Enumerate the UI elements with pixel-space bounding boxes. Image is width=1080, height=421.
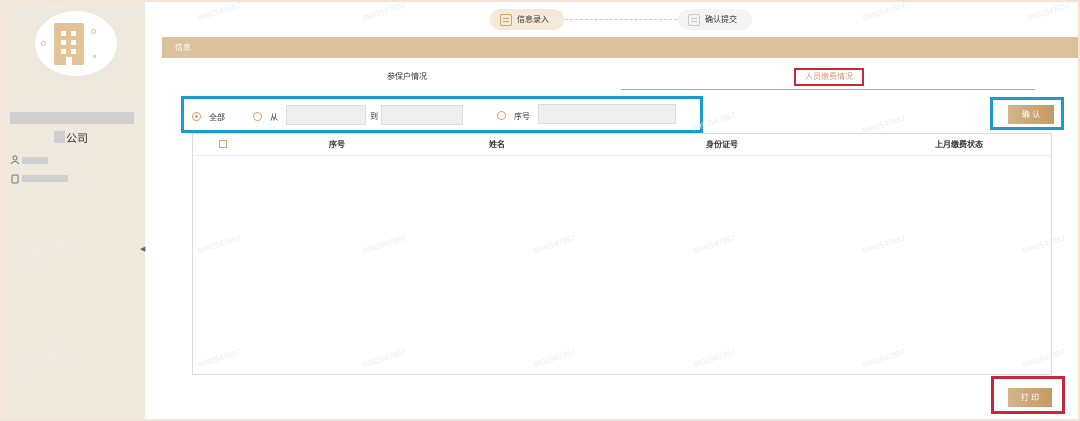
edit-document-icon — [500, 13, 512, 26]
serial-input[interactable] — [538, 104, 676, 124]
radio-all[interactable] — [192, 112, 201, 121]
decoration-dot-icon — [41, 41, 46, 46]
company-name-redacted — [10, 112, 134, 124]
company-name-redacted — [54, 131, 65, 143]
sidebar: 公司 ◀ — [2, 2, 145, 419]
user-name-redacted — [22, 157, 48, 164]
radio-serial[interactable] — [497, 111, 506, 120]
from-label: 从 — [270, 113, 278, 122]
user-icon — [10, 155, 20, 165]
range-from-input[interactable] — [286, 105, 366, 125]
app-frame: 公司 ◀ 信息录入 确认提交 信息 参保户情况 人员缴费情况 全部 从 到 序号… — [2, 2, 1078, 419]
collapse-sidebar-icon[interactable]: ◀ — [140, 245, 145, 253]
active-tab-indicator — [621, 89, 1035, 90]
document-icon — [688, 13, 700, 26]
step-label: 确认提交 — [705, 15, 737, 24]
step-confirm-submit: 确认提交 — [678, 9, 752, 30]
radio-all-label: 全部 — [209, 113, 225, 122]
column-header[interactable]: 姓名 — [417, 134, 577, 156]
watermark: 9992547857 — [861, 2, 907, 23]
watermark: 9992547857 — [196, 2, 242, 23]
print-button[interactable]: 打 印 — [1008, 388, 1052, 407]
step-label: 信息录入 — [517, 15, 549, 24]
company-name-suffix: 公司 — [66, 133, 88, 145]
decoration-dot-icon — [93, 55, 96, 58]
watermark: 9992547857 — [1026, 2, 1072, 23]
watermark: 9992547857 — [361, 2, 407, 23]
building-icon — [54, 23, 84, 65]
section-header: 信息 — [162, 37, 1078, 58]
serial-label: 序号 — [514, 112, 530, 121]
phone-redacted — [22, 175, 68, 182]
select-all-checkbox[interactable] — [219, 140, 227, 148]
range-to-input[interactable] — [381, 105, 463, 125]
column-header[interactable]: 序号 — [257, 134, 417, 156]
confirm-button[interactable]: 确 认 — [1008, 105, 1054, 124]
decoration-dot-icon — [91, 29, 96, 34]
table-header: 序号 姓名 身份证号 上月缴费状态 — [193, 134, 1051, 156]
column-header[interactable]: 身份证号 — [577, 134, 867, 156]
to-label: 到 — [370, 112, 378, 121]
payment-table: 序号 姓名 身份证号 上月缴费状态 — [192, 133, 1052, 375]
column-header[interactable]: 上月缴费状态 — [867, 134, 1051, 156]
step-info-entry: 信息录入 — [490, 9, 564, 30]
radio-range[interactable] — [253, 112, 262, 121]
tab-payment-status[interactable]: 人员缴费情况 — [794, 68, 864, 86]
tab-insured-status[interactable]: 参保户情况 — [322, 68, 492, 86]
company-avatar — [35, 11, 117, 76]
step-connector — [565, 19, 677, 20]
phone-icon — [10, 174, 20, 184]
